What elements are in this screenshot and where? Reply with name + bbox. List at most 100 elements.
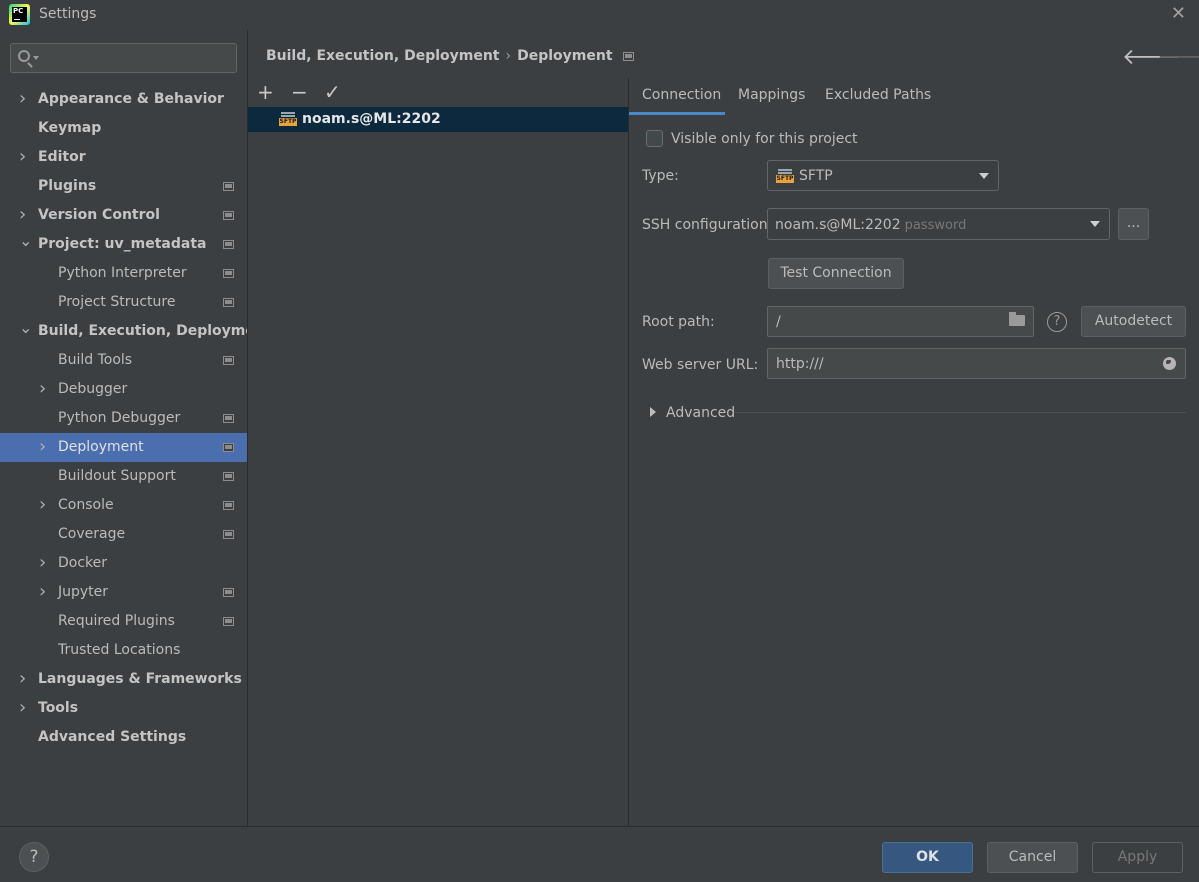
sidebar-item[interactable]: Project Structure bbox=[0, 288, 247, 317]
project-scope-icon bbox=[223, 182, 234, 191]
help-button[interactable]: ? bbox=[19, 842, 49, 872]
ok-button[interactable]: OK bbox=[882, 842, 973, 873]
folder-icon[interactable] bbox=[1009, 312, 1025, 326]
project-scope-icon bbox=[223, 530, 234, 539]
visible-only-label[interactable]: Visible only for this project bbox=[671, 131, 858, 147]
visible-only-checkbox[interactable] bbox=[646, 130, 663, 147]
chevron-right-icon[interactable]: › bbox=[19, 142, 26, 171]
ssh-config-dropdown[interactable]: noam.s@ML:2202 password bbox=[767, 208, 1110, 240]
sidebar-item[interactable]: Python Debugger bbox=[0, 404, 247, 433]
sidebar-item[interactable]: › Editor bbox=[0, 143, 247, 172]
server-list-panel: + − ✓ SFTP noam.s@ML:2202 bbox=[248, 78, 628, 826]
sidebar-item[interactable]: Plugins bbox=[0, 172, 247, 201]
sidebar-item-label: Required Plugins bbox=[58, 613, 175, 629]
sidebar-item[interactable]: › Console bbox=[0, 491, 247, 520]
sidebar-item[interactable]: › Version Control bbox=[0, 201, 247, 230]
sidebar-item[interactable]: Python Interpreter bbox=[0, 259, 247, 288]
sidebar-item[interactable]: Coverage bbox=[0, 520, 247, 549]
project-scope-icon bbox=[622, 51, 634, 61]
sidebar-item[interactable]: Advanced Settings bbox=[0, 723, 247, 752]
set-default-server-button[interactable]: ✓ bbox=[324, 80, 341, 104]
chevron-down-icon[interactable]: ⌄ bbox=[19, 226, 32, 255]
sidebar-item[interactable]: Build Tools bbox=[0, 346, 247, 375]
globe-icon[interactable] bbox=[1163, 357, 1176, 370]
project-scope-icon bbox=[223, 269, 234, 278]
sidebar-item-label: Keymap bbox=[38, 120, 102, 136]
sidebar-item[interactable]: › Deployment bbox=[0, 433, 247, 462]
type-value: SFTP bbox=[799, 168, 833, 184]
sidebar-item[interactable]: › Appearance & Behavior bbox=[0, 85, 247, 114]
app-icon-text: PC bbox=[13, 7, 24, 15]
web-server-url-input[interactable] bbox=[776, 355, 996, 373]
sidebar-item[interactable]: › Languages & Frameworks bbox=[0, 665, 247, 694]
web-server-url-label: Web server URL: bbox=[642, 357, 759, 373]
chevron-down-icon[interactable]: ⌄ bbox=[19, 313, 32, 342]
sidebar-item[interactable]: › Docker bbox=[0, 549, 247, 578]
add-server-button[interactable]: + bbox=[257, 80, 274, 104]
sidebar-item-label: Tools bbox=[38, 700, 79, 716]
project-scope-icon bbox=[223, 472, 234, 481]
test-connection-button[interactable]: Test Connection bbox=[768, 258, 904, 289]
sidebar-item[interactable]: ⌄ Project: uv_metadata bbox=[0, 230, 247, 259]
search-history-caret-icon[interactable] bbox=[33, 56, 39, 60]
autodetect-button[interactable]: Autodetect bbox=[1081, 306, 1186, 337]
chevron-right-icon[interactable]: › bbox=[19, 664, 26, 693]
sidebar-item[interactable]: ⌄ Build, Execution, Deployment bbox=[0, 317, 272, 346]
project-scope-icon bbox=[223, 414, 234, 423]
sidebar-item[interactable]: Keymap bbox=[0, 114, 247, 143]
expand-arrow-icon[interactable] bbox=[650, 407, 656, 417]
close-icon[interactable]: ✕ bbox=[1171, 3, 1186, 24]
breadcrumb: Build, Execution, Deployment › Deployment bbox=[266, 48, 634, 64]
sidebar-item-label: Jupyter bbox=[58, 584, 109, 600]
apply-button[interactable]: Apply bbox=[1092, 842, 1183, 873]
chevron-right-icon[interactable]: › bbox=[39, 490, 46, 519]
sidebar-item-label: Build, Execution, Deployment bbox=[38, 323, 272, 339]
forward-arrow-icon[interactable]: 🡒 bbox=[1157, 44, 1199, 70]
remove-server-button[interactable]: − bbox=[291, 80, 308, 104]
sidebar-item-label: Plugins bbox=[38, 178, 97, 194]
ssh-config-browse-button[interactable]: ... bbox=[1118, 208, 1149, 240]
sidebar-item-label: Trusted Locations bbox=[58, 642, 181, 658]
sidebar-item[interactable]: › Jupyter bbox=[0, 578, 247, 607]
chevron-right-icon[interactable]: › bbox=[39, 432, 46, 461]
list-divider bbox=[628, 78, 629, 826]
sidebar-item-label: Appearance & Behavior bbox=[38, 91, 224, 107]
sidebar-item[interactable]: › Tools bbox=[0, 694, 247, 723]
project-scope-icon bbox=[223, 443, 234, 452]
sidebar-item-label: Advanced Settings bbox=[38, 729, 187, 745]
project-scope-icon bbox=[223, 356, 234, 365]
sidebar-item-label: Project Structure bbox=[58, 294, 176, 310]
search-field[interactable] bbox=[10, 43, 237, 73]
chevron-right-icon[interactable]: › bbox=[39, 374, 46, 403]
sidebar-item[interactable]: Trusted Locations bbox=[0, 636, 247, 665]
project-scope-icon bbox=[223, 617, 234, 626]
cancel-button[interactable]: Cancel bbox=[987, 842, 1078, 873]
ssh-config-label: SSH configuration: bbox=[642, 217, 773, 233]
chevron-right-icon[interactable]: › bbox=[39, 548, 46, 577]
server-list-item[interactable]: SFTP noam.s@ML:2202 bbox=[248, 107, 628, 132]
root-path-field[interactable] bbox=[767, 306, 1034, 337]
sidebar-item[interactable]: › Debugger bbox=[0, 375, 247, 404]
breadcrumb-current: Deployment bbox=[517, 48, 613, 64]
chevron-right-icon[interactable]: › bbox=[19, 84, 26, 113]
type-dropdown[interactable]: SFTP SFTP bbox=[767, 160, 999, 191]
tab-excluded-paths[interactable]: Excluded Paths bbox=[825, 87, 931, 103]
chevron-right-icon[interactable]: › bbox=[39, 577, 46, 606]
chevron-right-icon[interactable]: › bbox=[19, 200, 26, 229]
search-input[interactable] bbox=[41, 47, 231, 69]
advanced-section-toggle[interactable]: Advanced bbox=[666, 405, 735, 421]
tab-mappings[interactable]: Mappings bbox=[738, 87, 805, 103]
sidebar-item-label: Editor bbox=[38, 149, 86, 165]
tab-connection[interactable]: Connection bbox=[642, 87, 721, 103]
chevron-right-icon[interactable]: › bbox=[19, 693, 26, 722]
project-scope-icon bbox=[223, 240, 234, 249]
type-label: Type: bbox=[642, 168, 679, 184]
active-tab-indicator bbox=[629, 112, 725, 115]
help-icon[interactable]: ? bbox=[1047, 312, 1067, 332]
root-path-input[interactable] bbox=[776, 313, 996, 331]
sidebar-item[interactable]: Required Plugins bbox=[0, 607, 247, 636]
web-server-url-field[interactable] bbox=[767, 348, 1186, 379]
sidebar-item[interactable]: Buildout Support bbox=[0, 462, 247, 491]
project-scope-icon bbox=[223, 211, 234, 220]
breadcrumb-parent[interactable]: Build, Execution, Deployment bbox=[266, 48, 500, 64]
